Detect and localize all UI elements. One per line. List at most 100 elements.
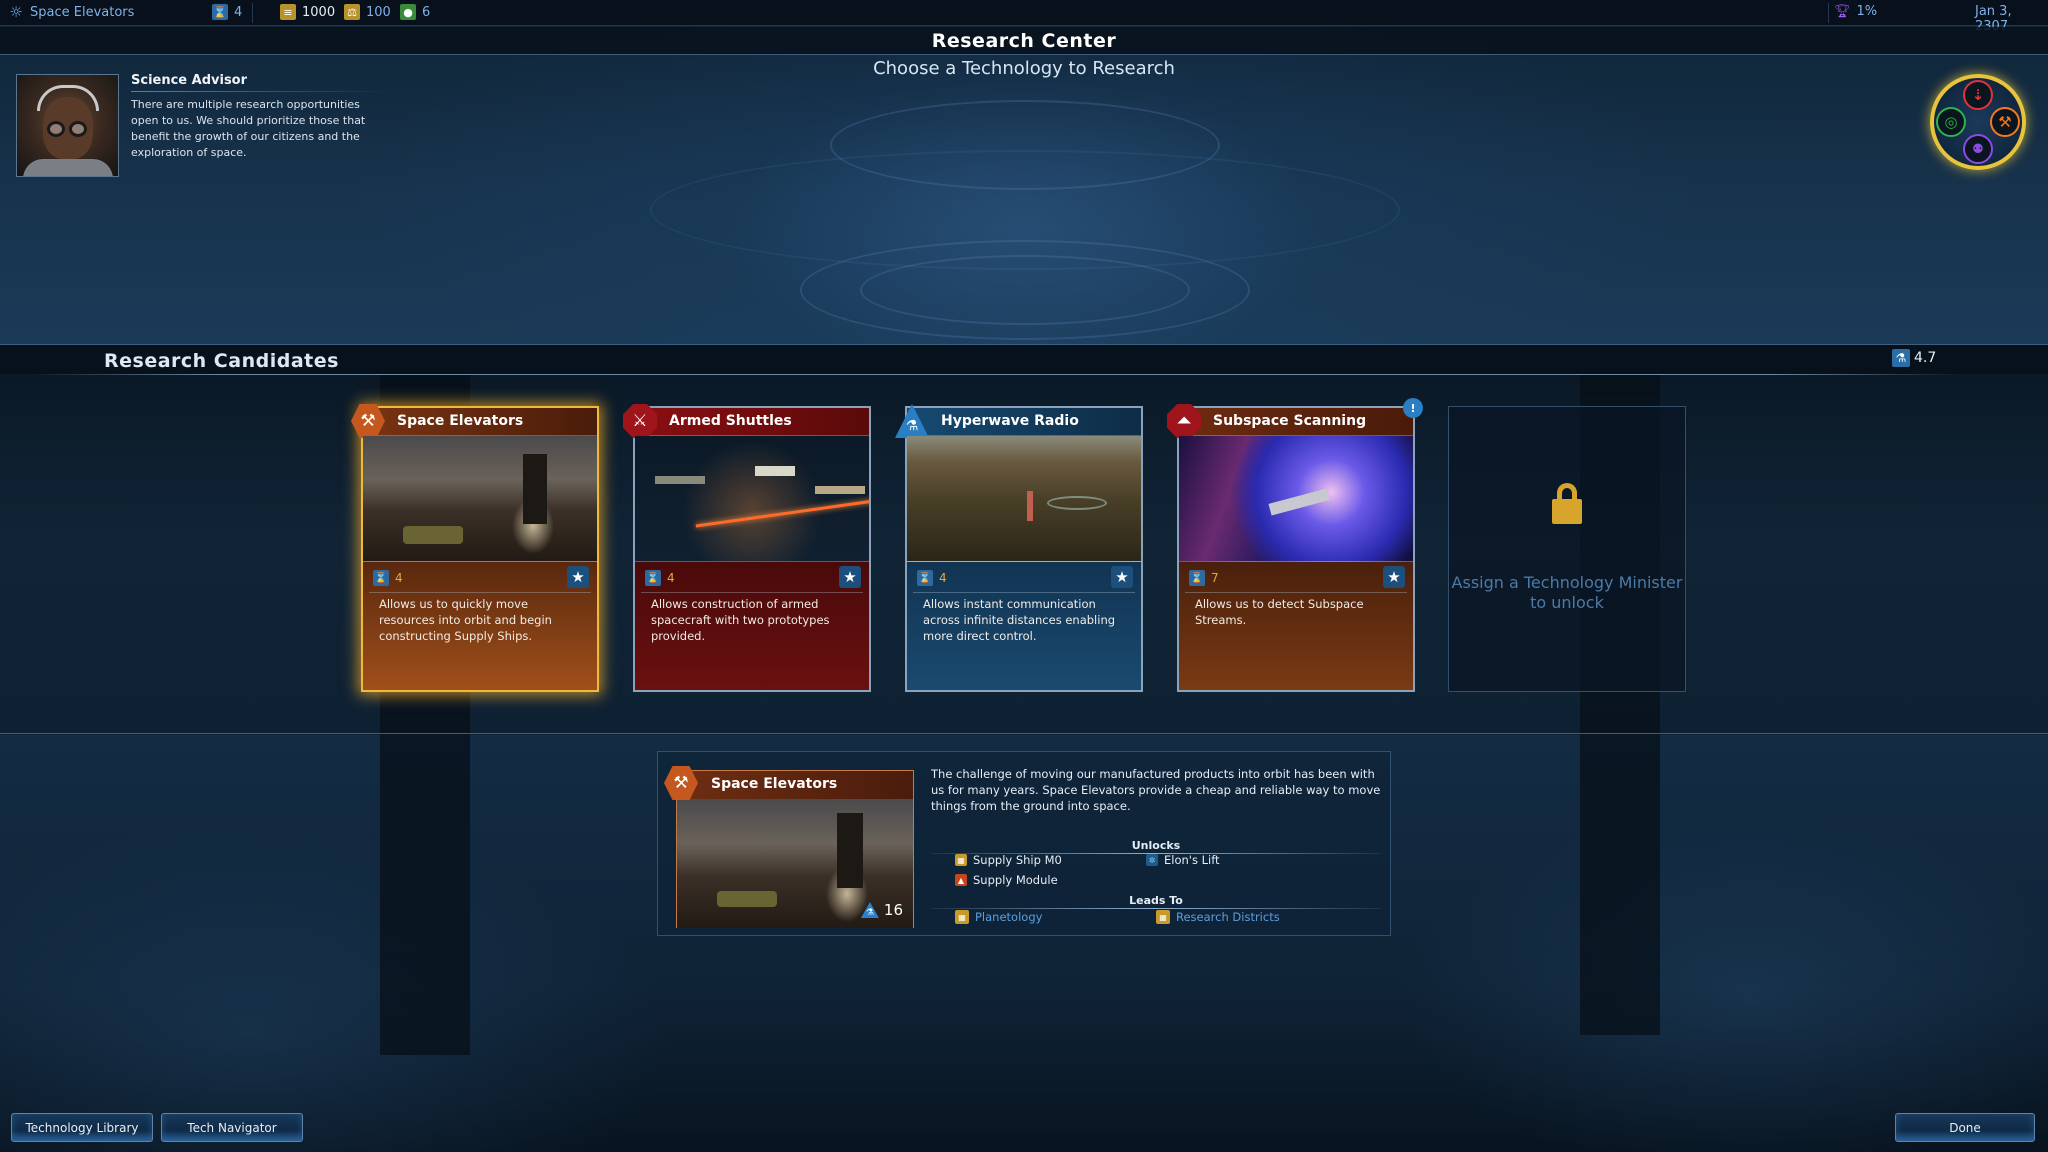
- card-header: Space Elevators: [363, 408, 597, 436]
- card-description: Allows us to detect Subspace Streams.: [1195, 597, 1364, 627]
- card-header: Subspace Scanning: [1179, 408, 1413, 436]
- advisor-portrait: [16, 74, 119, 177]
- favorite-star-button[interactable]: ★: [1383, 566, 1405, 588]
- module-icon: ▲: [955, 874, 967, 886]
- turns-value: 4: [395, 571, 403, 585]
- divider: [0, 733, 2048, 734]
- portrait-glasses: [47, 121, 65, 137]
- flask-icon: ⚗: [1892, 349, 1910, 367]
- elevator-tower: [523, 454, 547, 524]
- victory-progress[interactable]: 🏆︎ 1%: [1834, 4, 1877, 19]
- unlock-item[interactable]: ▦ Supply Ship M0: [955, 853, 1062, 867]
- research-turns: ⌛ 4: [212, 4, 242, 20]
- ship-hull-icon: ▦: [955, 854, 967, 866]
- leads-to-heading: Leads To: [1129, 894, 1183, 907]
- minister-wheel[interactable]: ⇣ ⚒ ⚉ ◎: [1930, 74, 2026, 170]
- tech-details-panel: Space Elevators ⚗ 16 ⚒ The challenge of …: [657, 751, 1391, 936]
- turns-value: 7: [1211, 571, 1219, 585]
- bg-tower: [380, 735, 470, 1055]
- tech-navigator-button[interactable]: Tech Navigator: [161, 1113, 303, 1142]
- rover: [717, 891, 777, 907]
- credits-value: 1000: [302, 4, 336, 20]
- research-rate: ⚗ 4.7: [1892, 349, 1936, 367]
- locked-slot-text: Assign a Technology Minister to unlock: [1451, 573, 1683, 612]
- lightbulb-icon: ☼: [9, 3, 23, 21]
- unlock-item[interactable]: ✲ Elon's Lift: [1146, 853, 1220, 867]
- hourglass-icon: ⌛: [1189, 570, 1205, 586]
- divider: [931, 908, 1381, 909]
- turns-value: 4: [667, 571, 675, 585]
- divider: [369, 592, 591, 593]
- tech-card-armed-shuttles[interactable]: Armed Shuttles ⚔ ⌛ 4 ★ Allows constructi…: [623, 404, 871, 692]
- divider: [30, 374, 1960, 375]
- laser-beam: [695, 499, 869, 528]
- hourglass-icon: ⌛: [373, 570, 389, 586]
- unlock-label: Elon's Lift: [1164, 853, 1220, 867]
- locked-research-slot: Assign a Technology Minister to unlock: [1448, 406, 1686, 692]
- influence-value: 100: [366, 4, 391, 20]
- card-image: [907, 436, 1141, 562]
- research-cost-value: 16: [883, 901, 903, 919]
- card-image: [635, 436, 869, 562]
- favorite-star-button[interactable]: ★: [839, 566, 861, 588]
- advisor-message: There are multiple research opportunitie…: [131, 98, 366, 159]
- ship: [815, 486, 865, 494]
- alert-icon[interactable]: !: [1403, 398, 1423, 418]
- done-button[interactable]: Done: [1895, 1113, 2035, 1142]
- food[interactable]: ● 6: [400, 4, 430, 20]
- divider: [1185, 592, 1407, 593]
- current-research[interactable]: ☼ Space Elevators: [8, 3, 135, 21]
- tech-card-space-elevators[interactable]: Space Elevators ⚒ ⌛ 4 ★ Allows us to qui…: [351, 404, 599, 692]
- leads-to-item[interactable]: ▦ Planetology: [955, 910, 1042, 924]
- card-image: [363, 436, 597, 562]
- turns-counter: ⌛ 4: [917, 570, 947, 586]
- ship-fleet: [1268, 488, 1330, 516]
- favorite-star-button[interactable]: ★: [567, 566, 589, 588]
- bg-tower: [1580, 735, 1660, 1035]
- wonder-icon: ✲: [1146, 854, 1158, 866]
- turns-counter: ⌛ 4: [373, 570, 403, 586]
- unlock-label: Supply Ship M0: [973, 853, 1062, 867]
- page-subtitle: Choose a Technology to Research: [873, 58, 1175, 79]
- tower: [1027, 491, 1033, 521]
- card-description: Allows construction of armed spacecraft …: [651, 597, 830, 643]
- current-research-name: Space Elevators: [30, 4, 135, 20]
- unlocks-heading: Unlocks: [1131, 839, 1181, 852]
- leads-to-label: Research Districts: [1176, 910, 1280, 924]
- ship: [655, 476, 705, 484]
- technology-library-button[interactable]: Technology Library: [11, 1113, 153, 1142]
- credits[interactable]: ≡ 1000: [280, 4, 335, 20]
- card-header: Hyperwave Radio: [907, 408, 1141, 436]
- hourglass-icon: ⌛: [212, 4, 228, 20]
- research-candidates-header: Research Candidates: [0, 344, 2048, 374]
- city-ring: [1047, 496, 1107, 510]
- tech-card-subspace-scanning[interactable]: Subspace Scanning ⏶ ! ⌛ 7 ★ Allows us to…: [1167, 398, 1423, 692]
- research-rate-value: 4.7: [1914, 350, 1937, 366]
- hammer-icon: ⚒: [1990, 107, 2020, 137]
- lock-icon: [1552, 483, 1582, 525]
- detail-card-title: Space Elevators: [711, 776, 838, 792]
- research-turns-value: 4: [234, 4, 243, 20]
- planet-icon: ◎: [1936, 107, 1966, 137]
- influence[interactable]: ⚖ 100: [344, 4, 391, 20]
- turns-value: 4: [939, 571, 947, 585]
- tech-card-hyperwave-radio[interactable]: Hyperwave Radio ⚗ ⌛ 4 ★ Allows instant c…: [895, 404, 1143, 692]
- card-header: Armed Shuttles: [635, 408, 869, 436]
- hourglass-icon: ⌛: [917, 570, 933, 586]
- trophy-icon: 🏆︎: [1834, 4, 1851, 19]
- leads-to-item[interactable]: ▦ Research Districts: [1156, 910, 1280, 924]
- hourglass-icon: ⌛: [645, 570, 661, 586]
- card-description: Allows us to quickly move resources into…: [379, 597, 552, 643]
- card-title: Subspace Scanning: [1213, 413, 1367, 429]
- tech-description: The challenge of moving our manufactured…: [931, 767, 1381, 813]
- population-icon: ⚉: [1963, 134, 1993, 164]
- divider: [131, 91, 391, 92]
- card-title: Space Elevators: [397, 413, 524, 429]
- tech-icon: ▦: [1156, 910, 1170, 924]
- portrait-headgear: [37, 85, 99, 111]
- portrait-glasses: [69, 121, 87, 137]
- unlock-item[interactable]: ▲ Supply Module: [955, 873, 1058, 887]
- unlock-label: Supply Module: [973, 873, 1058, 887]
- military-icon: ⇣: [1963, 80, 1993, 110]
- favorite-star-button[interactable]: ★: [1111, 566, 1133, 588]
